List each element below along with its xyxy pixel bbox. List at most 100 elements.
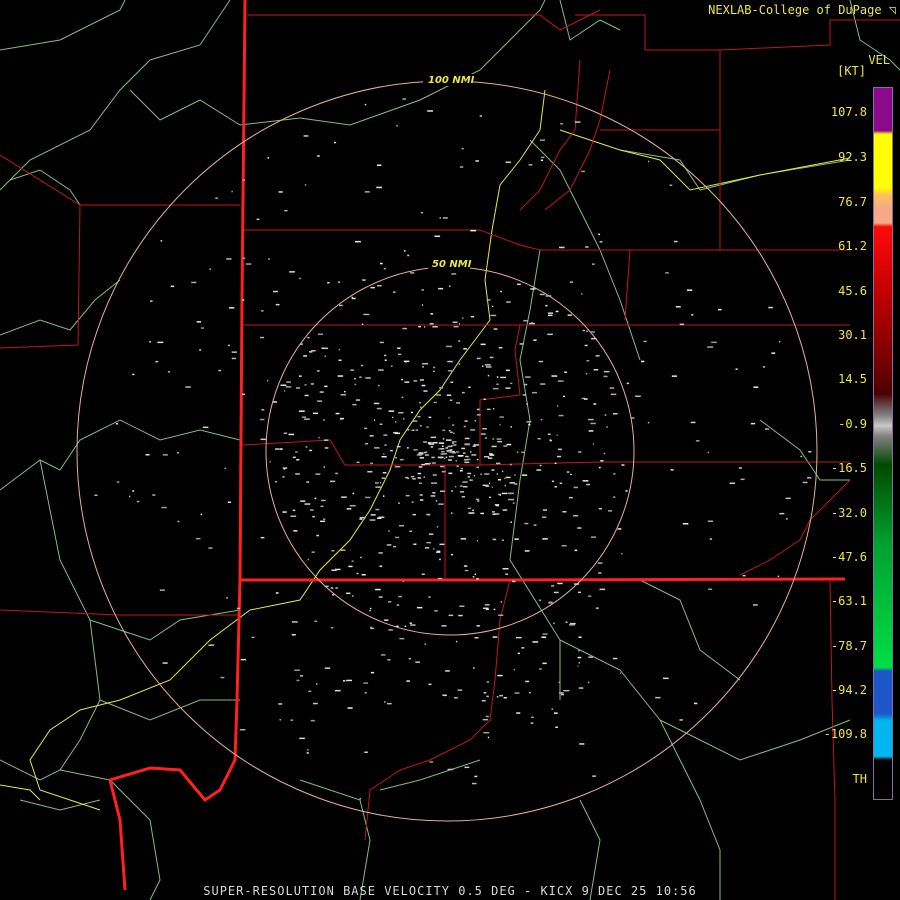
velocity-echo: [603, 370, 610, 373]
velocity-echo: [384, 354, 387, 357]
velocity-echo: [309, 509, 314, 511]
velocity-echo: [807, 477, 812, 479]
velocity-echo: [396, 445, 401, 448]
velocity-echo: [471, 454, 477, 456]
velocity-echo: [468, 386, 471, 388]
velocity-echo: [545, 295, 552, 297]
velocity-echo: [453, 697, 458, 699]
velocity-echo: [459, 485, 463, 487]
velocity-echo: [476, 625, 480, 627]
velocity-echo: [403, 418, 405, 420]
velocity-echo: [410, 411, 413, 414]
velocity-echo: [609, 387, 615, 389]
velocity-echo: [626, 382, 630, 385]
velocity-echo: [476, 357, 481, 360]
velocity-echo: [487, 374, 490, 377]
velocity-echo: [448, 472, 453, 475]
velocity-echo: [447, 768, 454, 771]
velocity-echo: [554, 486, 557, 488]
velocity-echo: [307, 558, 309, 561]
velocity-echo: [463, 348, 467, 350]
velocity-echo: [526, 403, 528, 405]
velocity-echo: [510, 463, 512, 466]
velocity-echo: [762, 366, 766, 368]
velocity-echo: [497, 674, 503, 677]
velocity-echo: [542, 509, 547, 511]
velocity-echo: [441, 451, 445, 453]
velocity-echo: [305, 446, 308, 448]
velocity-echo: [419, 406, 422, 408]
velocity-echo: [493, 513, 500, 515]
velocity-echo: [431, 456, 435, 459]
velocity-echo: [429, 323, 434, 325]
velocity-echo: [419, 379, 424, 381]
velocity-echo: [275, 303, 280, 306]
velocity-echo: [377, 285, 382, 287]
velocity-echo: [491, 445, 497, 448]
velocity-echo: [600, 460, 604, 462]
velocity-echo: [448, 416, 450, 419]
velocity-echo: [422, 304, 424, 306]
velocity-echo: [350, 369, 354, 371]
velocity-echo: [410, 475, 415, 478]
velocity-echo: [376, 186, 382, 189]
velocity-echo: [450, 553, 454, 556]
velocity-echo: [369, 607, 372, 610]
velocity-echo: [245, 263, 252, 265]
velocity-echo: [540, 383, 546, 385]
velocity-echo: [407, 447, 409, 449]
velocity-echo: [585, 246, 589, 248]
velocity-echo: [426, 426, 429, 428]
velocity-echo: [426, 513, 431, 516]
velocity-echo: [332, 594, 335, 596]
velocity-echo: [463, 565, 468, 567]
velocity-echo: [227, 344, 230, 347]
velocity-echo: [457, 689, 463, 691]
velocity-echo: [517, 451, 519, 453]
velocity-echo: [314, 497, 317, 500]
velocity-echo: [753, 604, 758, 606]
velocity-echo: [490, 314, 497, 317]
velocity-echo: [453, 325, 459, 328]
velocity-echo: [514, 538, 519, 540]
velocity-echo: [272, 401, 277, 403]
velocity-echo: [464, 443, 470, 446]
velocity-echo: [460, 467, 463, 470]
velocity-echo: [480, 433, 486, 435]
velocity-echo: [555, 310, 559, 313]
velocity-echo: [421, 384, 426, 387]
velocity-echo: [359, 516, 366, 519]
velocity-echo: [422, 366, 424, 368]
velocity-echo: [675, 306, 681, 308]
velocity-echo: [284, 390, 286, 392]
velocity-echo: [514, 483, 518, 485]
velocity-echo: [500, 376, 506, 379]
velocity-echo: [364, 103, 367, 106]
velocity-echo: [474, 637, 479, 639]
velocity-echo: [445, 456, 448, 458]
velocity-echo: [458, 614, 463, 617]
velocity-echo: [474, 573, 477, 576]
velocity-echo: [132, 490, 135, 492]
velocity-echo: [686, 289, 693, 291]
velocity-echo: [331, 550, 335, 552]
velocity-echo: [422, 363, 428, 365]
velocity-echo: [362, 279, 366, 281]
velocity-echo: [424, 643, 427, 645]
velocity-echo: [587, 681, 590, 684]
legend-tick: -0.9: [838, 417, 867, 431]
velocity-echo: [647, 421, 650, 424]
velocity-echo: [340, 394, 346, 396]
velocity-echo: [598, 233, 601, 236]
velocity-echo: [708, 588, 713, 590]
velocity-echo: [356, 461, 360, 464]
velocity-echo: [312, 515, 315, 518]
velocity-echo: [155, 360, 159, 363]
velocity-echo: [363, 313, 370, 316]
velocity-echo: [581, 170, 585, 173]
velocity-echo: [351, 297, 356, 300]
legend-tick: 61.2: [838, 239, 867, 253]
velocity-echo: [612, 657, 618, 660]
velocity-echo: [604, 414, 607, 416]
velocity-echo: [304, 184, 307, 186]
